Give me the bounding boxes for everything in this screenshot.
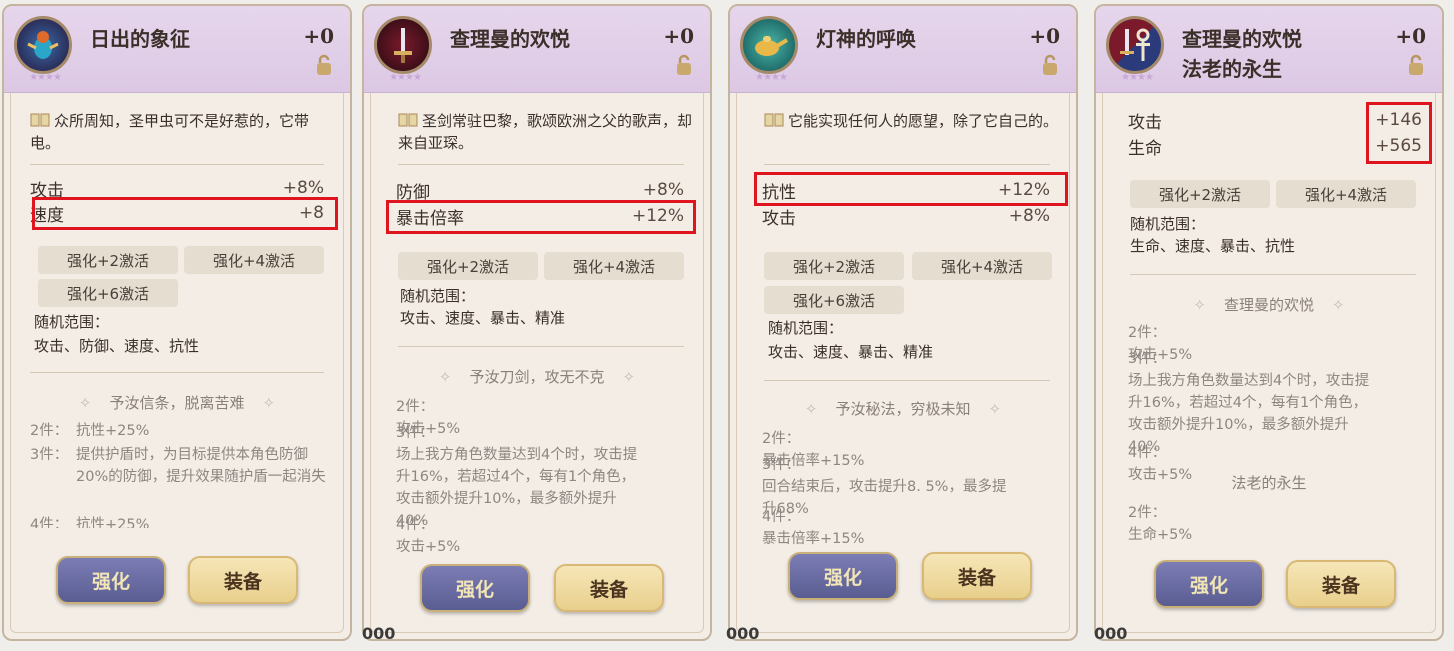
stat-row: 攻击 +8% bbox=[762, 204, 1050, 229]
highlight-box bbox=[754, 172, 1068, 206]
enhance-level: +0 bbox=[303, 24, 334, 48]
highlight-box bbox=[386, 200, 696, 234]
set-bonus-line: 3件： 提供护盾时，为目标提供本角色防御20%的防御，提升效果随护盾一起消失 bbox=[30, 447, 326, 485]
divider bbox=[30, 164, 324, 165]
book-icon bbox=[30, 113, 50, 127]
highlight-box bbox=[32, 197, 338, 230]
card-description: 众所周知，圣甲虫可不是好惹的，它带电。 bbox=[30, 112, 310, 152]
lock-icon[interactable] bbox=[676, 54, 692, 76]
sword-ankh-icon bbox=[1106, 16, 1164, 74]
divider bbox=[764, 380, 1050, 381]
lamp-icon bbox=[740, 16, 798, 74]
activation-chip: 强化+4激活 bbox=[912, 252, 1052, 280]
lock-icon[interactable] bbox=[316, 54, 332, 76]
book-icon bbox=[764, 113, 784, 127]
stat-name: 攻击 bbox=[762, 208, 796, 229]
background-counter: 000 bbox=[1094, 624, 1128, 643]
rarity-stars: ★★★★ bbox=[755, 72, 788, 83]
highlight-box bbox=[1366, 102, 1432, 164]
background-counter: 000 bbox=[726, 624, 760, 643]
stat-value: +8% bbox=[282, 178, 324, 198]
random-range-values: 攻击、防御、速度、抗性 bbox=[34, 337, 200, 355]
activation-chip: 强化+2激活 bbox=[398, 252, 538, 280]
activation-chip: 强化+4激活 bbox=[1276, 180, 1416, 208]
activation-chip: 强化+6激活 bbox=[764, 286, 904, 314]
equip-button[interactable]: 装备 bbox=[188, 556, 298, 604]
lock-icon[interactable] bbox=[1042, 54, 1058, 76]
set-bonus-title: ✧ 查理曼的欢悦 ✧ bbox=[1193, 296, 1345, 314]
activation-chip: 强化+4激活 bbox=[544, 252, 684, 280]
equipment-card-2: ★★★★ 查理曼的欢悦 +0 圣剑常驻巴黎，歌颂欧洲之父的歌声，却来自亚琛。 防… bbox=[362, 4, 712, 641]
enhance-level: +0 bbox=[1029, 24, 1060, 48]
card-title: 查理曼的欢悦 bbox=[450, 27, 570, 51]
card-title-line: 查理曼的欢悦 bbox=[1182, 27, 1302, 51]
stat-name: 攻击 bbox=[1128, 112, 1162, 133]
enhance-button[interactable]: 强化 bbox=[56, 556, 166, 604]
random-range-label: 随机范围： bbox=[768, 319, 844, 337]
set-bonus-title: ✧ 予汝信条，脱离苦难 ✧ bbox=[78, 394, 276, 412]
book-icon bbox=[398, 113, 418, 127]
enhance-button[interactable]: 强化 bbox=[1154, 560, 1264, 608]
random-range-label: 随机范围： bbox=[400, 287, 476, 305]
background-counter: 000 bbox=[362, 624, 396, 643]
random-range-label: 随机范围： bbox=[1130, 215, 1206, 233]
rarity-stars: ★★★★ bbox=[389, 72, 422, 83]
stat-name: 生命 bbox=[1128, 138, 1162, 159]
stat-value: +8% bbox=[1008, 206, 1050, 226]
random-range-values: 攻击、速度、暴击、精准 bbox=[768, 343, 934, 361]
equipment-card-4: ★★★★ 查理曼的欢悦 法老的永生 +0 攻击 +146 生命 +565 强化+2激… bbox=[1094, 4, 1444, 641]
rarity-stars: ★★★★ bbox=[1121, 72, 1154, 83]
random-range-label: 随机范围： bbox=[34, 313, 110, 331]
equipment-card-1: ★★★★ 日出的象征 +0 众所周知，圣甲虫可不是好惹的，它带电。 攻击 +8% … bbox=[2, 4, 352, 641]
sword-icon bbox=[374, 16, 432, 74]
enhance-level: +0 bbox=[663, 24, 694, 48]
set-bonus-line: 2件： 抗性+25% bbox=[30, 423, 150, 439]
equip-button[interactable]: 装备 bbox=[922, 552, 1032, 600]
set-bonus-line: 2件：生命+5% bbox=[1128, 505, 1193, 543]
lock-icon[interactable] bbox=[1408, 54, 1424, 76]
set-bonus-title: ✧ 予汝秘法，穷极未知 ✧ bbox=[804, 400, 1002, 418]
rarity-stars: ★★★★ bbox=[29, 72, 62, 83]
divider bbox=[764, 164, 1050, 165]
enhance-button[interactable]: 强化 bbox=[788, 552, 898, 600]
equip-button[interactable]: 装备 bbox=[1286, 560, 1396, 608]
activation-chip: 强化+6激活 bbox=[38, 279, 178, 307]
activation-chip: 强化+2激活 bbox=[38, 246, 178, 274]
divider bbox=[398, 164, 684, 165]
card-title-line: 法老的永生 bbox=[1182, 57, 1282, 81]
random-range-values: 攻击、速度、暴击、精准 bbox=[400, 309, 566, 327]
set-bonus-line: 4件：暴击倍率+15% bbox=[762, 509, 865, 547]
divider bbox=[398, 346, 684, 347]
stat-name: 防御 bbox=[396, 182, 430, 203]
enhance-button[interactable]: 强化 bbox=[420, 564, 530, 612]
set-bonus-title: 法老的永生 bbox=[1231, 474, 1307, 492]
set-bonus-line: 4件：攻击+5% bbox=[396, 517, 461, 555]
scarab-icon bbox=[14, 16, 72, 74]
stat-value: +8% bbox=[642, 180, 684, 200]
card-description: 圣剑常驻巴黎，歌颂欧洲之父的歌声，却来自亚琛。 bbox=[398, 112, 693, 152]
card-title: 灯神的呼唤 bbox=[816, 27, 916, 51]
equipment-card-3: ★★★★ 灯神的呼唤 +0 它能实现任何人的愿望，除了它自己的。 抗性 +12% … bbox=[728, 4, 1078, 641]
activation-chip: 强化+2激活 bbox=[1130, 180, 1270, 208]
card-description: 它能实现任何人的愿望，除了它自己的。 bbox=[764, 110, 1064, 132]
random-range-values: 生命、速度、暴击、抗性 bbox=[1130, 237, 1296, 255]
divider bbox=[30, 372, 324, 373]
set-bonus-title: ✧ 予汝刀剑，攻无不克 ✧ bbox=[438, 368, 636, 386]
card-title: 日出的象征 bbox=[90, 27, 190, 51]
enhance-level: +0 bbox=[1395, 24, 1426, 48]
divider bbox=[1130, 274, 1416, 275]
activation-chip: 强化+2激活 bbox=[764, 252, 904, 280]
equip-button[interactable]: 装备 bbox=[554, 564, 664, 612]
set-bonus-line: 4件： 抗性+25% bbox=[30, 517, 150, 528]
card-title: 查理曼的欢悦 法老的永生 bbox=[1182, 24, 1372, 84]
stat-row: 防御 +8% bbox=[396, 178, 684, 203]
activation-chip: 强化+4激活 bbox=[184, 246, 324, 274]
